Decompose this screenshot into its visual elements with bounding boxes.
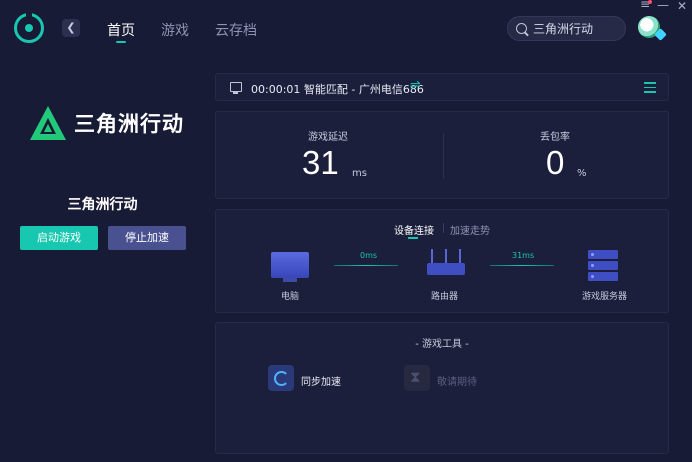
computer-icon [271,252,309,278]
game-server-icon [588,250,618,284]
monitor-icon [230,82,242,94]
link-line-2 [490,265,554,266]
stats-divider [443,134,444,178]
latency-unit: ms [352,168,367,179]
sync-boost-label[interactable]: 同步加速 [301,373,341,388]
tab-divider [443,223,444,233]
search-icon [516,23,527,34]
connection-status-text: 00:00:01 智能匹配 - 广州电信686 [251,83,424,96]
device-label-server: 游戏服务器 [582,292,628,302]
coming-soon-label: 敬请期待 [437,377,477,388]
notification-dot [648,0,652,4]
packet-loss-value: 0 [546,144,565,181]
tools-title: - 游戏工具 - [415,339,469,350]
minimize-button[interactable]: — [657,0,669,12]
search-value: 三角洲行动 [533,22,594,36]
close-button[interactable]: ✕ [677,0,687,13]
sync-boost-icon[interactable] [268,365,294,391]
tab-cloud-save[interactable]: 云存档 [215,20,257,40]
sliders-icon[interactable] [644,82,656,93]
tab-home[interactable]: 首页 [107,20,135,43]
router-antenna [431,249,433,264]
connection-status-bar: 00:00:01 智能匹配 - 广州电信686 ⇌ [215,73,669,101]
link-line-1 [334,265,398,266]
packet-loss-label: 丢包率 [540,132,570,143]
tab-boost-trend[interactable]: 加速走势 [450,222,490,237]
stop-boost-button[interactable]: 停止加速 [108,226,186,250]
game-panel: 三角洲行动 三角洲行动 启动游戏 停止加速 [0,58,205,462]
latency-value: 31 [302,144,339,181]
network-card: 设备连接 加速走势 电脑 0ms 路由器 31ms 游戏服务器 [215,209,669,313]
router-antenna [459,249,461,264]
tab-device-connection[interactable]: 设备连接 [394,222,434,239]
tab-games[interactable]: 游戏 [161,20,189,40]
search-input[interactable]: 三角洲行动 [507,16,626,41]
latency-stats-card: 游戏延迟 31 ms 丢包率 0 % [215,111,669,199]
switch-node-icon[interactable]: ⇌ [410,78,421,93]
top-bar: ❮ 首页 游戏 云存档 三角洲行动 ≡ — ✕ [0,0,692,58]
hourglass-icon [404,365,430,391]
back-button[interactable]: ❮ [62,19,80,37]
packet-loss-unit: % [577,168,587,179]
computer-stand [283,278,297,282]
router-antenna [445,249,447,264]
link-latency-2: 31ms [512,251,535,260]
device-label-router: 路由器 [431,292,459,302]
app-logo-icon [14,12,44,43]
chevron-left-icon: ❮ [66,21,76,34]
game-title: 三角洲行动 [67,197,138,213]
game-tools-card: - 游戏工具 - 同步加速 敬请期待 [215,322,669,454]
device-label-computer: 电脑 [281,292,300,302]
start-game-button[interactable]: 启动游戏 [20,226,98,250]
game-logo: 三角洲行动 [28,104,188,144]
latency-label: 游戏延迟 [308,132,348,143]
link-latency-1: 0ms [360,251,378,260]
delta-logo-icon [30,106,66,140]
game-logo-text: 三角洲行动 [74,112,184,136]
router-icon [427,263,465,275]
